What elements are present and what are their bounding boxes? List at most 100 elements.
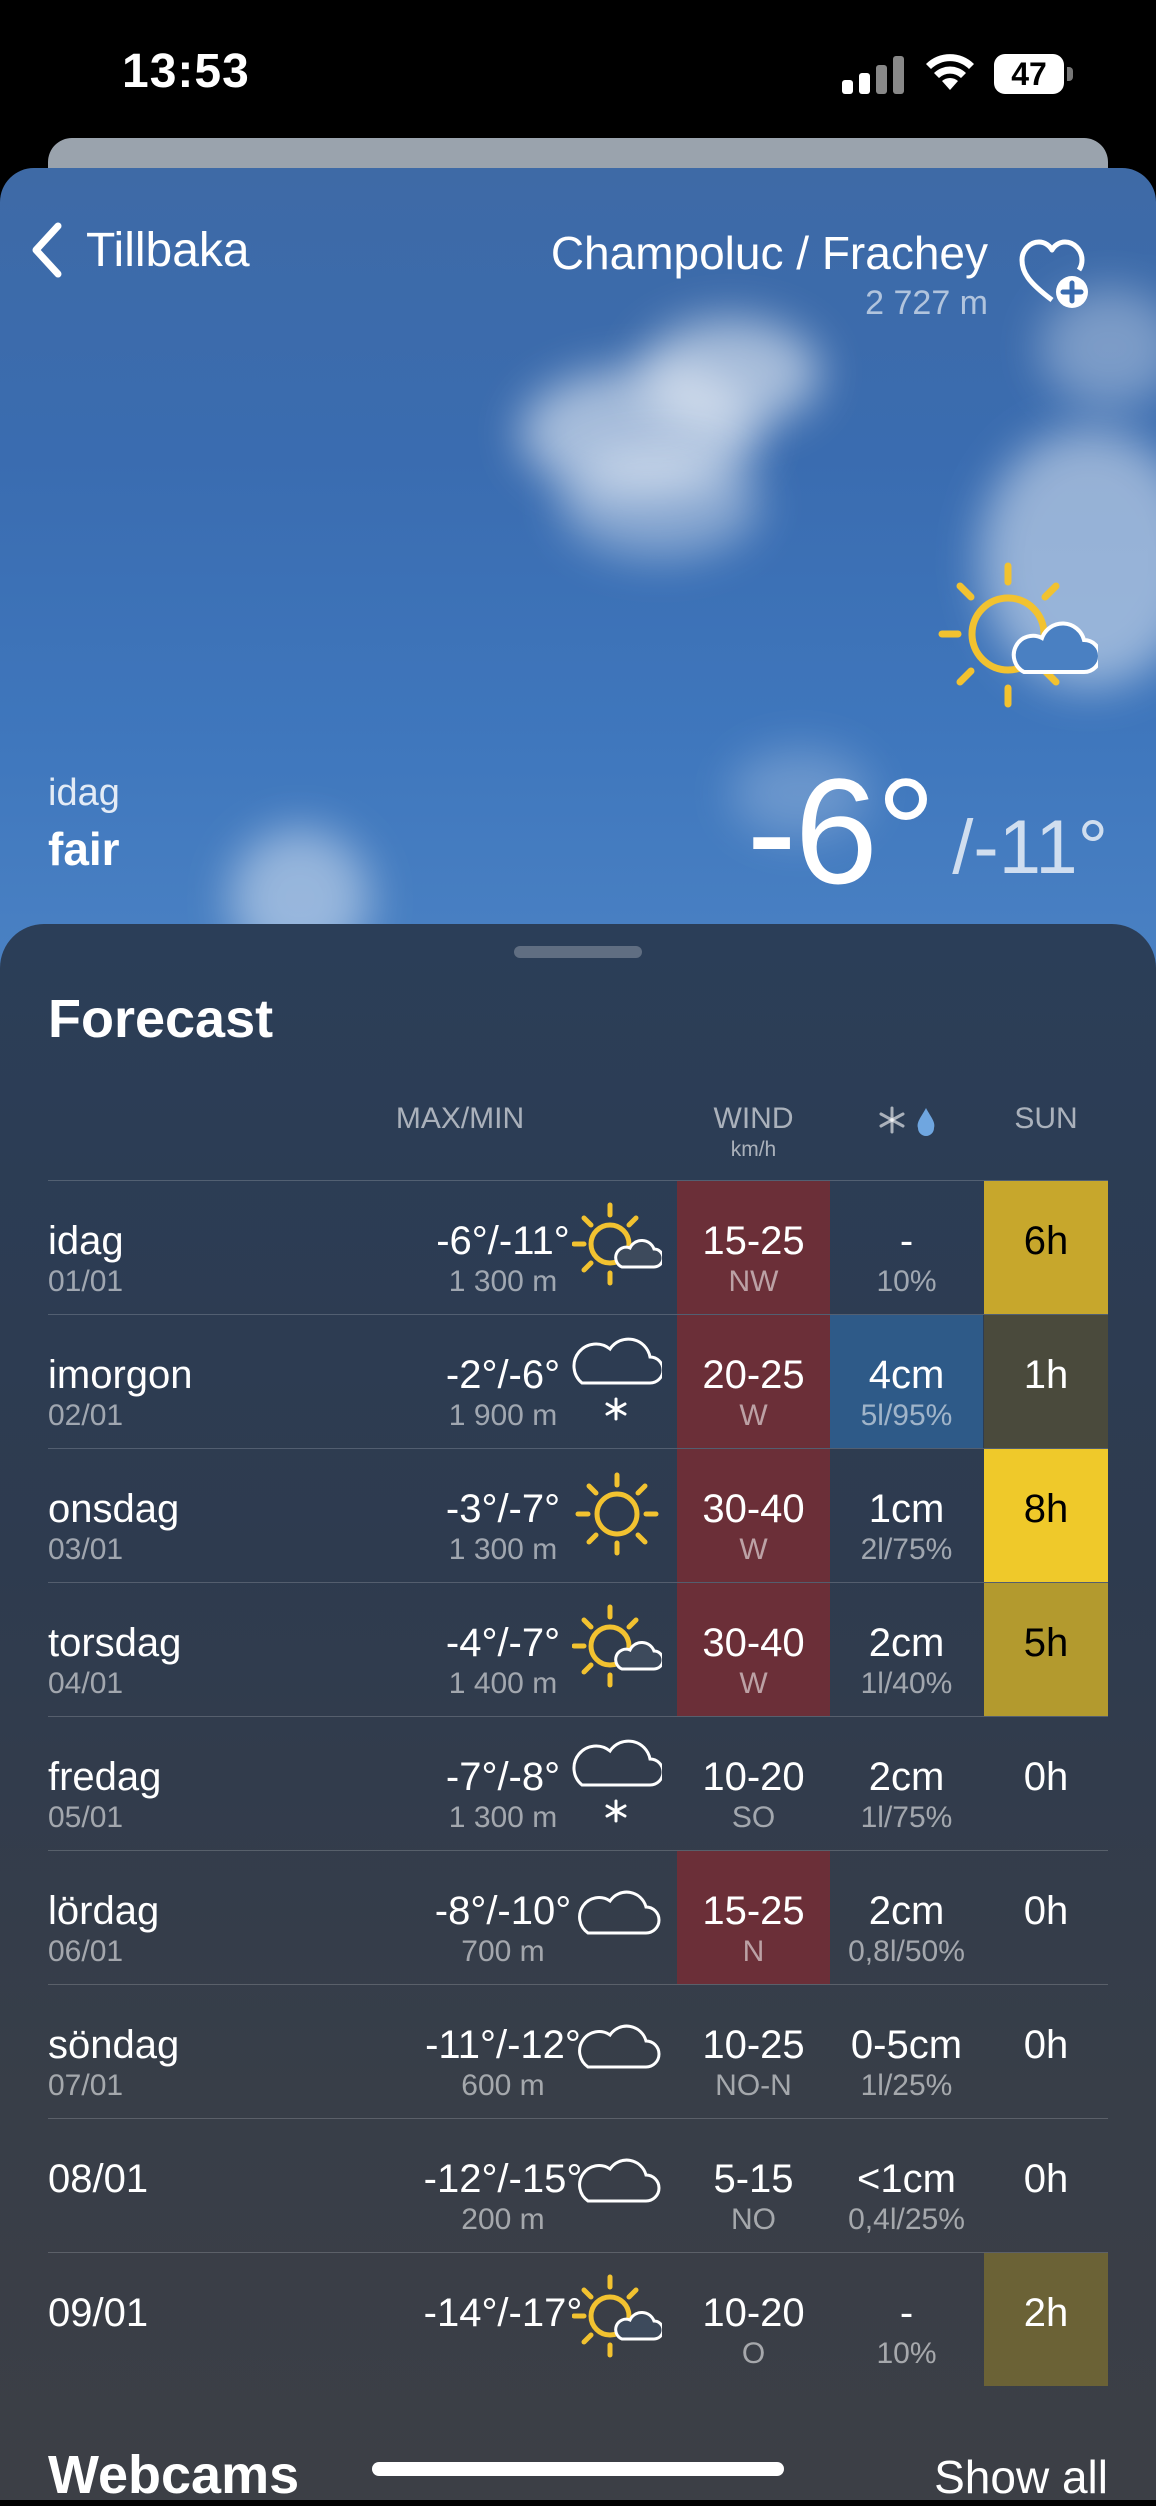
day-date: 06/01 (48, 1935, 124, 1968)
sun-cloud-icon (572, 1604, 662, 1688)
precip-probability: 1l/40% (860, 1667, 953, 1700)
day-name: 08/01 (48, 2157, 149, 2201)
battery-icon: 47 (994, 54, 1074, 94)
precip-probability: 5l/95% (860, 1399, 953, 1432)
day-name: imorgon (48, 1353, 193, 1397)
sun-cell: 6h (984, 1181, 1108, 1314)
precip-probability: 10% (876, 2337, 937, 2370)
show-all-link[interactable]: Show all (934, 2450, 1108, 2504)
location-altitude: 2 727 m (865, 284, 988, 322)
sun-cell: 0h (984, 1851, 1108, 1984)
forecast-row[interactable]: 10-20 SO 2cm 1l/75% 0h fredag 05/01 -7°/-8° 1 30… (48, 1716, 1108, 1850)
forecast-row[interactable]: 20-25 W 4cm 5l/95% 1h imorgon 02/01 -2°/-6° 1 90… (48, 1314, 1108, 1448)
sun-cloud-icon (938, 562, 1098, 708)
day-name: 09/01 (48, 2291, 149, 2335)
forecast-panel: Forecast MAX/MIN WIND km/h SUN 15-25 NW -1… (0, 924, 1156, 2505)
forecast-row[interactable]: 5-15 NO <1cm 0,4l/25% 0h 08/01 -12°/-15° 200 m (48, 2118, 1108, 2252)
precip-amount: 4cm (868, 1353, 945, 1397)
precip-cell: 0-5cm 1l/25% (830, 1985, 983, 2118)
wind-speed: 5-15 (713, 2157, 794, 2201)
precip-amount: 2cm (868, 1889, 945, 1933)
day-date: 02/01 (48, 1399, 124, 1432)
forecast-row[interactable]: 30-40 W 1cm 2l/75% 8h onsdag 03/01 -3°/-7° 1 300… (48, 1448, 1108, 1582)
wind-direction: O (741, 2337, 766, 2370)
sun-icon (575, 1472, 659, 1556)
wind-speed: 20-25 (702, 1353, 805, 1397)
sun-hours: 5h (1023, 1621, 1069, 1665)
precip-probability: 0,8l/50% (848, 1935, 965, 1968)
today-label: idag (48, 772, 120, 814)
precip-amount: - (899, 2291, 914, 2335)
precip-cell: 1cm 2l/75% (830, 1449, 983, 1582)
wind-direction: SO (731, 1801, 776, 1834)
wind-direction: W (739, 1533, 768, 1566)
wind-cell: 15-25 NW (677, 1181, 830, 1314)
cloud-icon (578, 2024, 661, 2069)
battery-level: 47 (1011, 56, 1047, 92)
cloud-icon (578, 1890, 661, 1935)
precip-cell: -10% (830, 2253, 983, 2386)
precip-amount: 2cm (868, 1755, 945, 1799)
wind-speed: 30-40 (702, 1487, 805, 1531)
wifi-icon (926, 54, 974, 90)
sun-hours: 0h (1023, 1889, 1069, 1933)
sun-cloud-icon (572, 1202, 662, 1286)
wind-cell: 10-20 SO (677, 1717, 830, 1850)
precip-amount: 1cm (868, 1487, 945, 1531)
status-bar: 13:53 47 (0, 0, 1156, 150)
sun-cell: 0h (984, 1985, 1108, 2118)
status-time: 13:53 (122, 45, 250, 98)
precip-cell: 2cm 1l/40% (830, 1583, 983, 1716)
cellular-signal-icon (842, 56, 904, 94)
day-date: 07/01 (48, 2069, 124, 2102)
wind-cell: 10-20 O (677, 2253, 830, 2386)
wind-cell: 5-15 NO (677, 2119, 830, 2252)
sheet-grabber[interactable] (514, 946, 642, 958)
chevron-left-icon (32, 222, 62, 278)
sun-hours: 2h (1023, 2291, 1069, 2335)
snow-rain-icon (879, 1106, 935, 1136)
forecast-row[interactable]: 15-25 N 2cm 0,8l/50% 0h lördag 06/01 -8°/-10° 70… (48, 1850, 1108, 1984)
wind-speed: 30-40 (702, 1621, 805, 1665)
day-date: 01/01 (48, 1265, 124, 1298)
day-name: fredag (48, 1755, 162, 1799)
add-favorite-icon[interactable] (1018, 238, 1094, 314)
header-wind-unit: km/h (730, 1138, 777, 1161)
wind-speed: 15-25 (702, 1219, 805, 1263)
forecast-row[interactable]: 30-40 W 2cm 1l/40% 5h torsdag 04/01 -4°/-7° 1 40… (48, 1582, 1108, 1716)
snow-cloud-icon (572, 1739, 662, 1823)
precip-probability: 0,4l/25% (848, 2203, 965, 2236)
wind-cell: 15-25 N (677, 1851, 830, 1984)
min-temp: /-11° (952, 805, 1108, 890)
forecast-row[interactable]: 15-25 NW -10% 6h idag 01/01 -6°/-11° 1 300 m (48, 1180, 1108, 1314)
wind-direction: N (742, 1935, 765, 1968)
forecast-row[interactable]: 10-20 O -10% 2h 09/01 -14°/-17° (48, 2252, 1108, 2386)
snow-cloud-icon (572, 1337, 662, 1421)
precip-probability: 1l/25% (860, 2069, 953, 2102)
day-date: 05/01 (48, 1801, 124, 1834)
wind-speed: 10-25 (702, 2023, 805, 2067)
day-name: lördag (48, 1889, 160, 1933)
forecast-title: Forecast (48, 989, 274, 1049)
hero-sky: Tillbaka Champoluc / Frachey 2 727 m ida… (0, 168, 1156, 988)
home-indicator (372, 2462, 784, 2476)
precip-amount: 0-5cm (850, 2023, 963, 2067)
precip-probability: 10% (876, 1265, 937, 1298)
day-name: söndag (48, 2023, 180, 2067)
precip-cell: 2cm 0,8l/50% (830, 1851, 983, 1984)
wind-direction: W (739, 1399, 768, 1432)
sun-hours: 1h (1023, 1353, 1069, 1397)
header-maxmin: MAX/MIN (395, 1102, 525, 1135)
precip-probability: 2l/75% (860, 1533, 953, 1566)
wind-direction: NO (731, 2203, 776, 2236)
wind-speed: 10-20 (702, 1755, 805, 1799)
sun-hours: 8h (1023, 1487, 1069, 1531)
sun-cloud-icon (572, 2274, 662, 2358)
sun-hours: 0h (1023, 1755, 1069, 1799)
day-name: onsdag (48, 1487, 180, 1531)
forecast-row[interactable]: 10-25 NO-N 0-5cm 1l/25% 0h söndag 07/01 -11°/-1… (48, 1984, 1108, 2118)
wind-direction: NW (728, 1265, 779, 1298)
sun-cell: 5h (984, 1583, 1108, 1716)
back-button[interactable]: Tillbaka (26, 220, 250, 280)
wind-direction: NO-N (715, 2069, 792, 2102)
